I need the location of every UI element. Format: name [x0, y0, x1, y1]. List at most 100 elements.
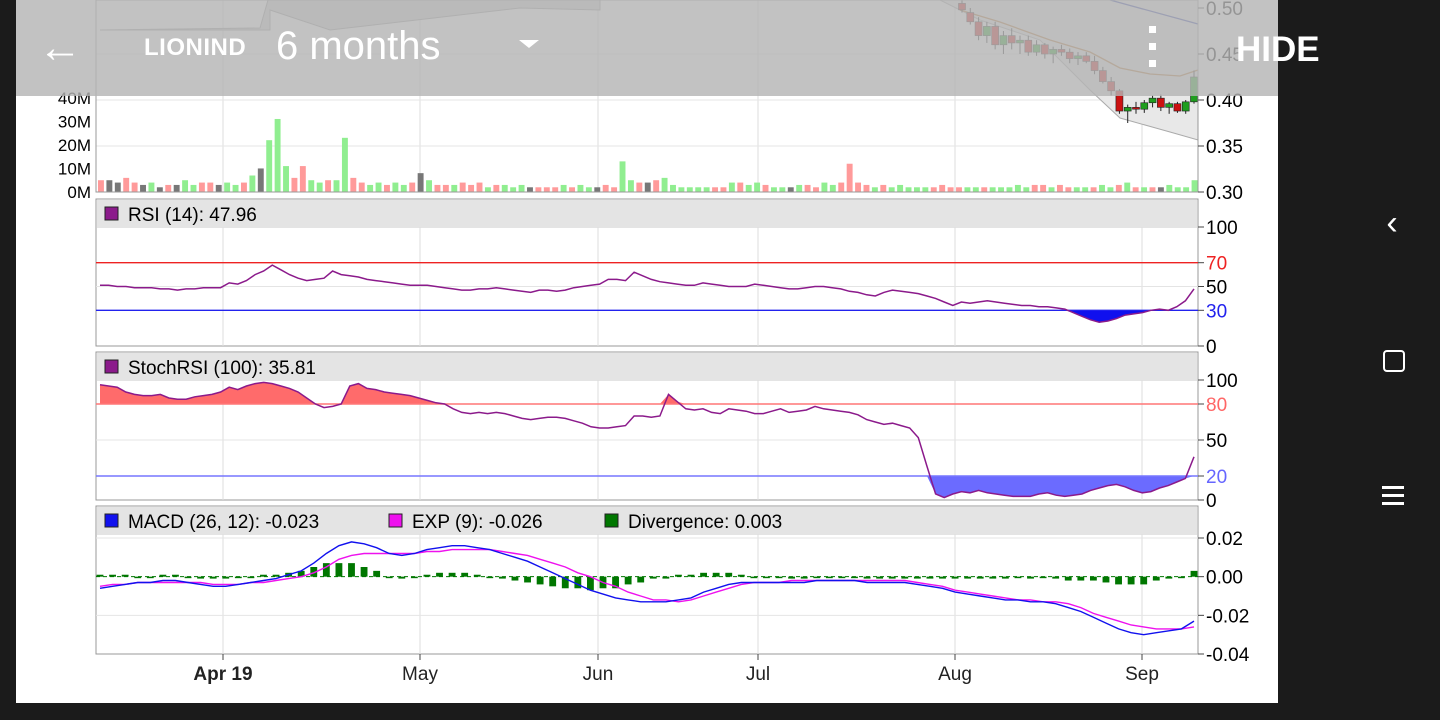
- volume-bar: [468, 184, 475, 192]
- stoch-tick-label: 0: [1206, 491, 1217, 512]
- macd-divergence-bar: [951, 576, 959, 579]
- volume-bar: [602, 184, 609, 192]
- hide-button[interactable]: HIDE: [1236, 30, 1320, 70]
- x-tick-label: Aug: [938, 664, 972, 685]
- volume-bar: [426, 180, 432, 192]
- stoch-tick-label: 50: [1206, 431, 1227, 452]
- macd-divergence-bar: [96, 574, 104, 577]
- app-toolbar: ← LIONIND 6 months HIDE: [16, 0, 1320, 96]
- macd-divergence-bar: [184, 576, 192, 579]
- volume-bar: [619, 161, 626, 192]
- macd-divergence-bar: [1115, 576, 1122, 585]
- volume-bar: [1073, 187, 1080, 192]
- volume-bar: [695, 187, 702, 192]
- volume-bar: [956, 187, 962, 192]
- volume-bar: [855, 182, 862, 192]
- macd-divergence-bar: [360, 567, 368, 577]
- volume-bar: [1031, 184, 1038, 192]
- volume-bar: [333, 180, 340, 192]
- macd-divergence-bar: [775, 576, 783, 579]
- volume-bar: [249, 175, 256, 192]
- volume-bar: [1191, 180, 1198, 192]
- nav-home-icon[interactable]: [1383, 350, 1405, 372]
- volume-bar: [241, 182, 247, 192]
- more-vert-icon[interactable]: [1142, 26, 1162, 70]
- macd-divergence-bar: [335, 563, 343, 577]
- macd-divergence-bar: [825, 576, 833, 579]
- volume-bar: [1082, 187, 1089, 192]
- rsi-tick-label: 30: [1206, 301, 1227, 322]
- volume-tick-label: 0M: [67, 183, 91, 202]
- volume-bar: [283, 166, 289, 192]
- volume-bar: [341, 137, 348, 192]
- volume-bar: [417, 173, 424, 192]
- chart-canvas: 40M30M20M10M0M0.500.450.400.350.30RSI (1…: [16, 0, 1278, 703]
- volume-bar: [325, 180, 332, 192]
- volume-bar: [1174, 187, 1181, 192]
- volume-bar: [131, 182, 138, 192]
- price-tick-label: 0.35: [1206, 137, 1243, 158]
- volume-bar: [939, 184, 946, 192]
- volume-bar: [989, 187, 996, 192]
- arrow-left-icon[interactable]: ←: [38, 20, 82, 76]
- volume-bar: [316, 182, 323, 192]
- macd-divergence-bar: [260, 574, 267, 577]
- volume-bar: [493, 184, 500, 192]
- volume-bar: [1166, 184, 1173, 192]
- volume-bar: [98, 180, 104, 192]
- macd-divergence-bar: [1064, 576, 1072, 581]
- volume-bar: [1115, 184, 1122, 192]
- volume-bar: [1183, 187, 1190, 192]
- x-tick-label: May: [402, 664, 438, 685]
- macd-divergence-bar: [373, 570, 381, 577]
- macd-divergence-bar: [146, 576, 154, 579]
- volume-bar: [274, 118, 281, 192]
- macd-divergence-bar: [423, 574, 431, 577]
- volume-bar: [888, 187, 895, 192]
- macd-divergence-bar: [348, 563, 355, 577]
- volume-bar: [972, 187, 979, 192]
- macd-divergence-bar: [888, 576, 896, 579]
- macd-divergence-bar: [913, 576, 921, 579]
- macd-divergence-bar: [624, 576, 632, 585]
- macd-divergence-bar: [586, 576, 594, 591]
- macd-divergence-bar: [536, 576, 544, 585]
- macd-divergence-bar: [1052, 576, 1060, 579]
- macd-legend-label: EXP (9): -0.026: [412, 512, 543, 533]
- macd-divergence-bar: [549, 576, 557, 587]
- nav-recents-icon[interactable]: [1382, 486, 1404, 506]
- volume-bar: [198, 182, 205, 192]
- caret-down-icon[interactable]: [519, 40, 539, 48]
- price-candle: [1181, 101, 1190, 112]
- rsi-tick-label: 0: [1206, 337, 1217, 358]
- macd-divergence-bar: [272, 574, 280, 577]
- volume-bar: [510, 187, 517, 192]
- volume-bar: [998, 187, 1005, 192]
- macd-divergence-bar: [788, 576, 796, 579]
- period-selector[interactable]: 6 months: [276, 24, 441, 69]
- volume-bar: [299, 166, 306, 192]
- volume-bar: [611, 187, 618, 192]
- macd-divergence-bar: [876, 576, 884, 579]
- volume-bar: [712, 187, 719, 192]
- macd-divergence-bar: [1165, 576, 1173, 579]
- rsi-legend-swatch: [104, 206, 119, 221]
- macd-divergence-bar: [247, 576, 255, 579]
- volume-bar: [224, 182, 231, 192]
- volume-bar: [358, 182, 365, 192]
- volume-bar: [569, 187, 575, 192]
- macd-tick-label: -0.02: [1206, 606, 1249, 627]
- volume-bar: [476, 182, 483, 192]
- macd-divergence-bar: [813, 576, 821, 579]
- volume-bar: [552, 187, 559, 192]
- nav-back-icon[interactable]: ‹: [1366, 197, 1418, 249]
- macd-divergence-bar: [926, 576, 934, 579]
- macd-divergence-bar: [649, 576, 657, 579]
- volume-bar: [442, 184, 449, 192]
- volume-bar: [737, 182, 744, 192]
- macd-divergence-bar: [473, 574, 481, 577]
- volume-bar: [400, 184, 407, 192]
- macd-divergence-bar: [1102, 576, 1110, 583]
- macd-divergence-bar: [134, 576, 142, 579]
- macd-divergence-bar: [838, 576, 846, 579]
